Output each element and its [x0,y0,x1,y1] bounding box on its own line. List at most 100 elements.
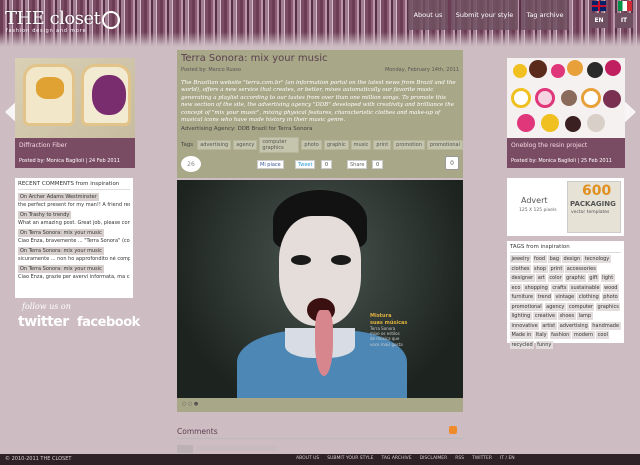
tag-cloud-item[interactable]: wood [602,283,619,292]
lang-it-button[interactable]: IT [615,13,633,28]
recent-comment-link[interactable]: On Trashy to trendy [18,211,72,219]
nav-tag-archive[interactable]: Tag archive [521,0,569,30]
twitter-link[interactable]: twitter [18,314,69,330]
footer-link[interactable]: ABOUT US [296,456,319,461]
tag-cloud-item[interactable]: gift [587,274,600,282]
tag-cloud-item[interactable]: color [547,274,564,282]
tag-cloud-item[interactable]: shop [532,264,548,273]
left-featured-title[interactable]: Diffraction Fiber [19,142,131,149]
tag-cloud-item[interactable]: trend [536,293,553,301]
advert-box[interactable]: Advert 125 X 125 pixels 600 PACKAGING ve… [507,178,624,236]
right-featured-title[interactable]: Oneblog the resin project [511,142,621,149]
right-featured-card[interactable]: Oneblog the resin project Posted by: Mon… [507,58,625,168]
packaging-vector-ad[interactable]: 600 PACKAGING vector templates [567,181,621,233]
post-tag[interactable]: promotion [393,140,425,150]
recent-comment-link[interactable]: On Terra Sonora: mix your music [18,265,104,273]
tag-cloud-item[interactable]: recycled [510,340,535,349]
recent-comment-text[interactable]: Ciao Enza, grazie per avervi informata, … [18,274,130,280]
footer-link[interactable]: IT / EN [500,456,515,461]
recent-comment-link[interactable]: On Terra Sonora: mix your music [18,229,104,237]
tag-cloud-item[interactable]: print [549,264,564,273]
uk-flag-icon[interactable] [592,1,606,11]
post-tag[interactable]: agency [233,140,258,150]
tag-cloud-item[interactable]: clothes [510,264,532,273]
recent-comment-text[interactable]: Ciao Enza, bravemente ... "Terra Sonora"… [18,238,130,244]
tag-cloud-item[interactable]: food [532,255,547,263]
tag-cloud-item[interactable]: shopping [523,283,550,292]
tag-cloud-item[interactable]: creative [533,312,557,320]
recent-comment-text[interactable]: sicuramente ... non ho approfondito né c… [18,256,130,262]
tag-cloud-item[interactable]: Made in [510,331,533,339]
footer-link[interactable]: TAG ARCHIVE [382,456,412,461]
post-tag[interactable]: computer graphics [259,137,300,153]
post-title[interactable]: Terra Sonora: mix your music [181,53,327,64]
tag-cloud-item[interactable]: tecnology [583,255,611,263]
comment-zero-counter[interactable]: 0 [445,156,459,170]
tweet-button[interactable]: Tweet [295,160,316,169]
tag-cloud-item[interactable]: photo [601,293,620,301]
image-pager-dots[interactable]: ○ ○ ● [182,401,198,407]
tag-cloud-item[interactable]: artist [540,321,557,330]
footer-link[interactable]: TWITTER [472,456,492,461]
post-tag[interactable]: promotional [426,140,463,150]
tag-cloud-item[interactable]: jewelry [510,255,532,263]
footer-link[interactable]: SUBMIT YOUR STYLE [327,456,373,461]
tag-cloud-item[interactable]: Italy [534,331,549,339]
italy-flag-icon[interactable] [618,1,632,11]
jewelry-dot [517,114,535,132]
nav-about-us[interactable]: About us [408,0,448,30]
left-featured-card[interactable]: Diffraction Fiber Posted by: Monica Bagl… [15,58,135,168]
tag-cloud-item[interactable]: computer [567,302,595,311]
tag-cloud-item[interactable]: promotional [510,302,544,311]
tag-cloud-item[interactable]: crafts [550,283,568,292]
footer-link[interactable]: RSS [455,456,464,461]
tag-cloud-item[interactable]: clothing [577,293,601,301]
rss-icon[interactable] [449,426,457,434]
tag-cloud-item[interactable]: modern [572,331,595,339]
facebook-like-button[interactable]: Mi piace [257,160,284,169]
tag-cloud-item[interactable]: cool [596,331,610,339]
hero-tongue [315,310,333,376]
tag-cloud-item[interactable]: funny [535,340,553,349]
tag-cloud-item[interactable]: eco [510,283,522,292]
recent-comment-link[interactable]: On Terra Sonora: mix your music [18,247,104,255]
site-logo[interactable]: THE closet [5,8,101,29]
tag-cloud-item[interactable]: fashion [549,331,571,339]
tag-cloud-item[interactable]: lighting [510,312,532,320]
tag-cloud-item[interactable]: handmade [590,321,621,330]
tag-cloud-item[interactable]: advertising [558,321,590,330]
tag-cloud-item[interactable]: design [562,255,582,263]
recent-comment-link[interactable]: On Archer Adams Westminster [18,193,99,201]
tag-cloud-item[interactable]: furniture [510,293,535,301]
post-tag[interactable]: graphic [323,140,349,150]
tag-cloud-item[interactable]: agency [544,302,566,311]
tag-cloud-item[interactable]: graphic [564,274,587,282]
left-featured-image[interactable] [15,58,135,138]
tag-cloud-item[interactable]: lamp [577,312,593,320]
tag-cloud-item[interactable]: light [600,274,615,282]
post-tag[interactable]: advertising [197,140,232,150]
nav-submit-style[interactable]: Submit your style [451,0,518,30]
tag-cloud-item[interactable]: bag [548,255,561,263]
tag-cloud-item[interactable]: shoes [558,312,576,320]
tag-cloud-item[interactable]: sustainable [569,283,602,292]
post-tag[interactable]: print [373,140,392,150]
tag-cloud-item[interactable]: graphics [595,302,621,311]
lang-en-button[interactable]: EN [590,13,608,28]
tag-cloud-item[interactable]: accessories [565,264,598,273]
post-hero-image[interactable]: Mistura suas músicas Terra Sonora mixe o… [177,180,463,408]
facebook-link[interactable]: facebook [77,315,140,330]
tag-cloud-item[interactable]: art [536,274,547,282]
recent-comment-text[interactable]: What an amazing post. Great job, please … [18,220,130,226]
tag-cloud-item[interactable]: vintage [553,293,576,301]
post-tag[interactable]: photo [301,140,322,150]
share-button[interactable]: Share [347,160,368,169]
jewelry-dot [565,116,581,132]
tag-cloud-item[interactable]: designer [510,274,535,282]
comment-count-bubble[interactable]: 26 [181,156,201,172]
footer-link[interactable]: DISCLAIMER [420,456,448,461]
post-tag[interactable]: music [350,140,372,150]
recent-comment-text[interactable]: the perfect present for my man!! A frien… [18,202,130,208]
tag-cloud-item[interactable]: innovative [510,321,540,330]
right-featured-image[interactable] [507,58,625,138]
